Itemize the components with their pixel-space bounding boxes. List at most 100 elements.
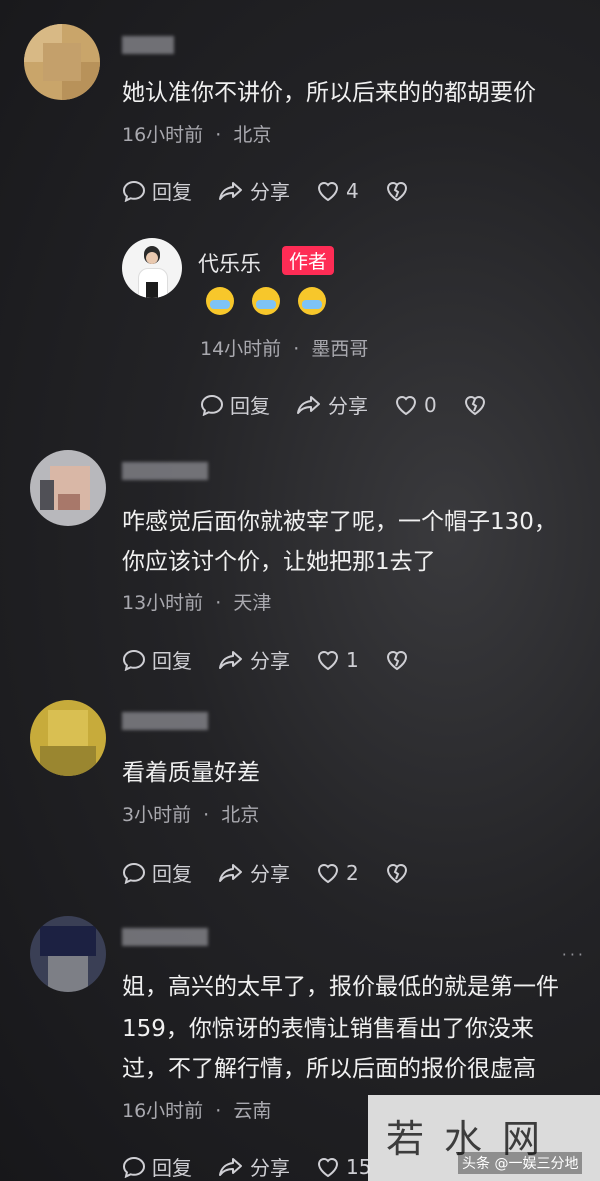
dislike-button[interactable] <box>385 180 415 202</box>
avatar[interactable] <box>30 916 106 992</box>
comment-text: 看着质量好差 <box>122 760 260 786</box>
meta-separator: · <box>215 124 222 146</box>
broken-heart-icon <box>386 863 407 883</box>
username-blurred[interactable] <box>122 36 174 54</box>
comment-actions: 回复 分享 4 <box>122 176 441 205</box>
share-button[interactable]: 分享 <box>218 858 290 887</box>
like-button[interactable]: 1 <box>316 648 359 672</box>
reply-button[interactable]: 回复 <box>122 1152 192 1181</box>
username-blurred[interactable] <box>122 462 208 480</box>
reply-icon <box>200 394 224 416</box>
comment-location: 北京 <box>221 804 260 826</box>
comment-text: 过，不了解行情，所以后面的报价很虚高 <box>122 1056 536 1082</box>
comment-actions: 回复 分享 0 <box>200 390 519 419</box>
comment-text: 她认准你不讲价，所以后来的的都胡要价 <box>122 80 536 106</box>
reply-button[interactable]: 回复 <box>122 645 192 674</box>
like-button[interactable]: 15 <box>316 1155 371 1179</box>
heart-icon <box>317 181 339 201</box>
comment-text: 159，你惊讶的表情让销售看出了你没来 <box>122 1016 534 1042</box>
like-count: 1 <box>346 647 359 672</box>
reply-label: 回复 <box>152 649 192 673</box>
comment-time: 14小时前 <box>200 338 282 360</box>
meta-separator: · <box>293 338 300 360</box>
author-badge: 作者 <box>282 246 335 275</box>
reply-label: 回复 <box>152 180 192 204</box>
author-avatar[interactable] <box>122 238 182 298</box>
dislike-button[interactable] <box>385 862 415 884</box>
comment-meta: 3小时前 · 北京 <box>122 800 259 827</box>
comment-actions: 回复 分享 2 <box>122 858 441 887</box>
reply-label: 回复 <box>152 862 192 886</box>
share-button[interactable]: 分享 <box>218 176 290 205</box>
heart-icon <box>395 395 417 415</box>
like-count: 2 <box>346 860 359 885</box>
broken-heart-icon <box>386 650 407 670</box>
like-button[interactable]: 0 <box>394 393 437 417</box>
share-icon <box>219 863 242 882</box>
author-name[interactable]: 代乐乐 <box>198 248 261 278</box>
comment-location: 天津 <box>233 592 272 614</box>
comment-meta: 16小时前 · 云南 <box>122 1096 271 1123</box>
heart-icon <box>317 1157 339 1177</box>
comment-actions: 回复 分享 15 <box>122 1152 397 1181</box>
comment-meta: 14小时前 · 墨西哥 <box>200 334 368 361</box>
avatar[interactable] <box>30 450 106 526</box>
like-count: 0 <box>424 392 437 417</box>
share-button[interactable]: 分享 <box>218 645 290 674</box>
comment-time: 13小时前 <box>122 592 204 614</box>
emoji-row <box>206 287 344 315</box>
laugh-cry-emoji-icon <box>252 287 280 315</box>
share-label: 分享 <box>328 394 368 418</box>
comment-time: 3小时前 <box>122 804 192 826</box>
share-label: 分享 <box>250 649 290 673</box>
share-button[interactable]: 分享 <box>218 1152 290 1181</box>
comment-location: 北京 <box>233 124 272 146</box>
share-label: 分享 <box>250 862 290 886</box>
comment-text: 咋感觉后面你就被宰了呢，一个帽子130， <box>122 509 557 535</box>
share-label: 分享 <box>250 180 290 204</box>
meta-separator: · <box>215 1100 222 1122</box>
reply-icon <box>122 862 146 884</box>
broken-heart-icon <box>464 395 485 415</box>
comment-text: 姐，高兴的太早了，报价最低的就是第一件 <box>122 974 559 1000</box>
broken-heart-icon <box>386 181 407 201</box>
like-button[interactable]: 2 <box>316 861 359 885</box>
reply-button[interactable]: 回复 <box>122 176 192 205</box>
username-blurred[interactable] <box>122 928 208 946</box>
comment-meta: 13小时前 · 天津 <box>122 588 271 615</box>
reply-icon <box>122 1156 146 1178</box>
watermark-credit: 头条 @一娱三分地 <box>458 1152 583 1174</box>
comment-time: 16小时前 <box>122 1100 204 1122</box>
like-button[interactable]: 4 <box>316 179 359 203</box>
comment-actions: 回复 分享 1 <box>122 645 441 674</box>
username-blurred[interactable] <box>122 712 208 730</box>
dislike-button[interactable] <box>385 649 415 671</box>
share-icon <box>219 181 242 200</box>
comment-location: 墨西哥 <box>311 338 369 360</box>
reply-button[interactable]: 回复 <box>122 858 192 887</box>
comment-meta: 16小时前 · 北京 <box>122 120 271 147</box>
heart-icon <box>317 863 339 883</box>
reply-label: 回复 <box>152 1156 192 1180</box>
more-options-icon[interactable]: ··· <box>562 945 586 964</box>
comment-time: 16小时前 <box>122 124 204 146</box>
share-button[interactable]: 分享 <box>296 390 368 419</box>
share-label: 分享 <box>250 1156 290 1180</box>
share-icon <box>219 650 242 669</box>
comment-text: 你应该讨个价，让她把那1去了 <box>122 549 436 575</box>
laugh-cry-emoji-icon <box>206 287 234 315</box>
like-count: 4 <box>346 178 359 203</box>
comment-location: 云南 <box>233 1100 272 1122</box>
dislike-button[interactable] <box>463 394 493 416</box>
reply-button[interactable]: 回复 <box>200 390 270 419</box>
meta-separator: · <box>215 592 222 614</box>
avatar[interactable] <box>24 24 100 100</box>
reply-icon <box>122 649 146 671</box>
heart-icon <box>317 650 339 670</box>
reply-icon <box>122 180 146 202</box>
reply-label: 回复 <box>230 394 270 418</box>
share-icon <box>219 1157 242 1176</box>
avatar[interactable] <box>30 700 106 776</box>
laugh-cry-emoji-icon <box>298 287 326 315</box>
share-icon <box>297 395 320 414</box>
